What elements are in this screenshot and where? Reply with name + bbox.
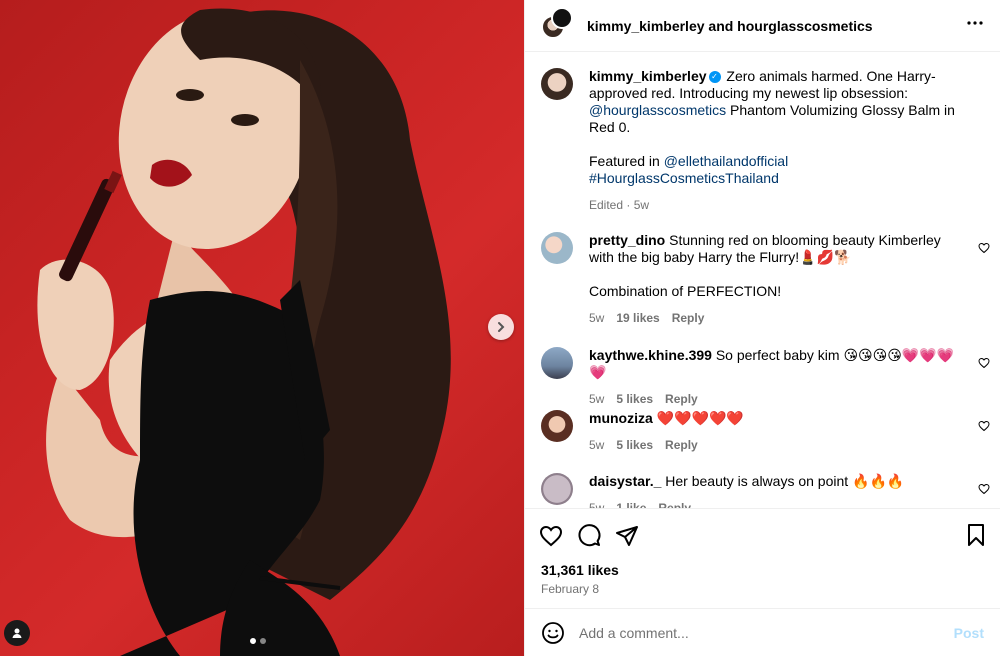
comment-meta: 5w 5 likes Reply: [589, 437, 960, 454]
carousel-dot-active: [250, 638, 256, 644]
post-actions-bar: [525, 508, 1000, 562]
mention-link[interactable]: @hourglasscosmetics: [589, 102, 726, 118]
caption-meta: Edited · 5w: [589, 198, 650, 212]
comment-item: kaythwe.khine.399 So perfect baby kim 😘😘…: [541, 347, 984, 408]
comment-body: kaythwe.khine.399 So perfect baby kim 😘😘…: [589, 347, 984, 408]
post-header: kimmy_kimberley and hourglasscosmetics: [525, 0, 1000, 52]
comment-body: munoziza ❤️❤️❤️❤️❤️ 5w 5 likes Reply: [589, 410, 984, 454]
hashtag-link[interactable]: #HourglassCosmeticsThailand: [589, 170, 984, 187]
comment-like-heart-icon[interactable]: [978, 483, 990, 495]
verified-badge-icon: ✓: [708, 71, 721, 84]
likes-count[interactable]: 31,361 likes: [525, 562, 1000, 582]
comment-username[interactable]: munoziza: [589, 410, 653, 426]
emoji-icon[interactable]: [541, 621, 565, 645]
comment-username[interactable]: kaythwe.khine.399: [589, 347, 712, 363]
comment-input[interactable]: [579, 624, 954, 641]
carousel-next-button[interactable]: [488, 314, 514, 340]
post-photo[interactable]: [0, 0, 524, 656]
comment-likes[interactable]: 1 like: [616, 500, 646, 508]
instagram-post-modal: kimmy_kimberley and hourglasscosmetics k…: [0, 0, 1000, 656]
comment-username[interactable]: pretty_dino: [589, 232, 665, 248]
add-comment-bar: Post: [525, 608, 1000, 656]
comment-body: daisystar._ Her beauty is always on poin…: [589, 473, 984, 508]
post-details-panel: kimmy_kimberley and hourglasscosmetics k…: [524, 0, 1000, 656]
chevron-right-icon: [498, 322, 505, 332]
comment-meta: 5w 19 likes Reply: [589, 310, 960, 327]
comment-meta: 5w 5 likes Reply: [589, 391, 960, 408]
comment-likes[interactable]: 5 likes: [616, 437, 653, 454]
portrait-illustration: [37, 8, 451, 656]
collab-avatars[interactable]: [541, 6, 575, 43]
brand-avatar: [551, 6, 573, 29]
carousel-dot: [260, 638, 266, 644]
caption-body: kimmy_kimberley ✓ Zero animals harmed. On…: [589, 68, 984, 214]
comment-text: Her beauty is always on point 🔥🔥🔥: [665, 473, 905, 489]
comment-text: ❤️❤️❤️❤️❤️: [656, 410, 744, 426]
comment-item: munoziza ❤️❤️❤️❤️❤️ 5w 5 likes Reply: [541, 410, 984, 454]
comment-like-heart-icon[interactable]: [978, 242, 990, 254]
more-options-button[interactable]: [966, 14, 984, 37]
comment-icon[interactable]: [577, 523, 601, 548]
post-author-names[interactable]: kimmy_kimberley and hourglasscosmetics: [587, 18, 873, 34]
avatar[interactable]: [541, 473, 573, 505]
comment-item: pretty_dino Stunning red on blooming bea…: [541, 232, 984, 327]
comment-like-heart-icon[interactable]: [978, 357, 990, 369]
comment-time: 5w: [589, 501, 605, 508]
comment-item: daisystar._ Her beauty is always on poin…: [541, 473, 984, 508]
tagged-users-button[interactable]: [4, 620, 30, 646]
comments-list[interactable]: kimmy_kimberley ✓ Zero animals harmed. On…: [525, 52, 1000, 508]
avatar[interactable]: [541, 68, 573, 100]
reply-button[interactable]: Reply: [658, 500, 691, 508]
bookmark-icon[interactable]: [964, 523, 988, 547]
comment-body: pretty_dino Stunning red on blooming bea…: [589, 232, 984, 327]
post-comment-button[interactable]: Post: [954, 625, 984, 641]
carousel-indicator: [250, 638, 266, 644]
user-icon: [12, 628, 22, 638]
comment-like-heart-icon[interactable]: [978, 420, 990, 432]
reply-button[interactable]: Reply: [672, 310, 705, 327]
comment-text-extra: Combination of PERFECTION!: [589, 283, 782, 299]
paper-plane-icon[interactable]: [615, 524, 639, 548]
more-horizontal-icon: [967, 21, 983, 25]
reply-button[interactable]: Reply: [665, 437, 698, 454]
post-date[interactable]: February 8: [525, 582, 1000, 608]
caption: kimmy_kimberley ✓ Zero animals harmed. On…: [541, 68, 984, 214]
avatar[interactable]: [541, 232, 573, 264]
comment-time: 5w: [589, 311, 605, 325]
comment-time: 5w: [589, 438, 605, 452]
comment-meta: 5w 1 like Reply: [589, 500, 960, 508]
avatar[interactable]: [541, 410, 573, 442]
comment-username[interactable]: daisystar._: [589, 473, 661, 489]
comment-likes[interactable]: 5 likes: [616, 391, 653, 408]
comment-likes[interactable]: 19 likes: [616, 310, 659, 327]
comment-time: 5w: [589, 392, 605, 406]
caption-username[interactable]: kimmy_kimberley: [589, 68, 707, 84]
heart-icon[interactable]: [539, 524, 563, 548]
featured-prefix: Featured in: [589, 153, 664, 169]
reply-button[interactable]: Reply: [665, 391, 698, 408]
mention-link-2[interactable]: @ellethailandofficial: [664, 153, 788, 169]
avatar[interactable]: [541, 347, 573, 379]
